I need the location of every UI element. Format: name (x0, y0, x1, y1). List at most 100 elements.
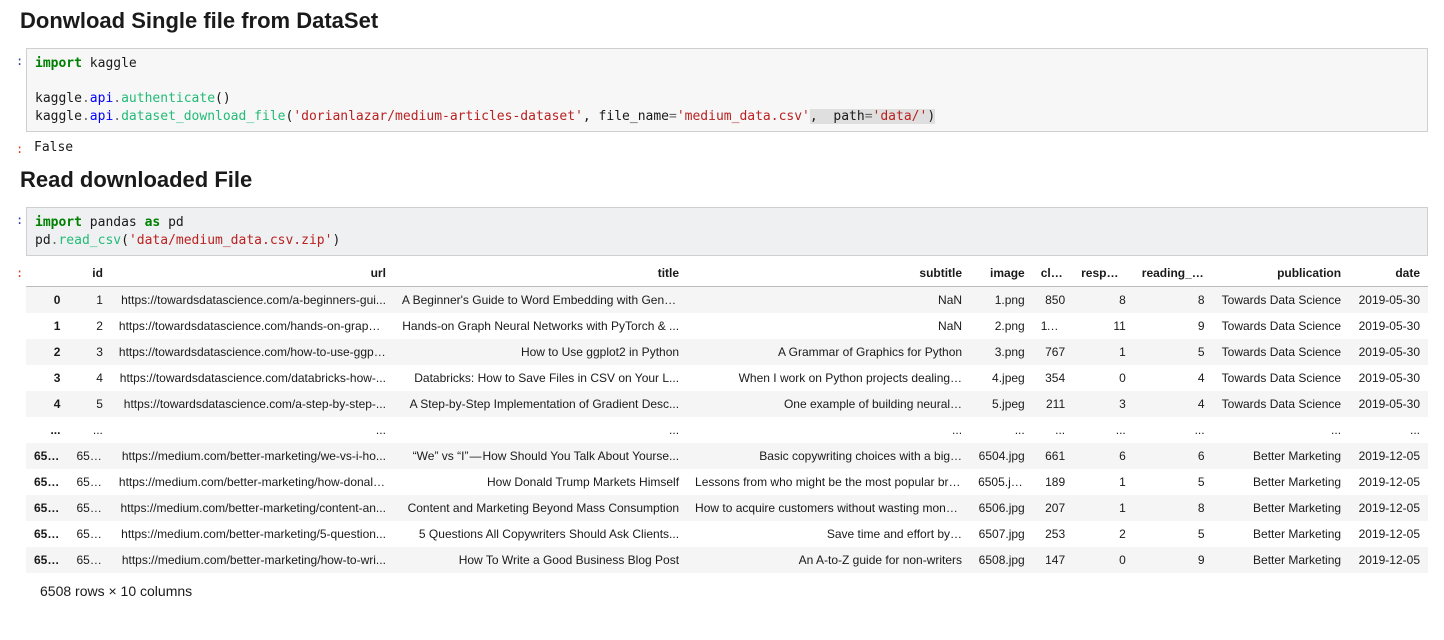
cell-subtitle: ... (687, 417, 970, 443)
cell-reading_time: 8 (1134, 495, 1213, 521)
shape-note: 6508 rows × 10 columns (40, 583, 1428, 599)
cell-claps: 1100 (1033, 313, 1073, 339)
output-text-1: False (26, 136, 1428, 159)
output-prompt: : (16, 260, 26, 280)
cell-claps: 354 (1033, 365, 1073, 391)
cell-publication: Better Marketing (1213, 469, 1349, 495)
cell-responses: 1 (1073, 469, 1134, 495)
cell-reading_time: 6 (1134, 443, 1213, 469)
cell-responses: 3 (1073, 391, 1134, 417)
cell-claps: 207 (1033, 495, 1073, 521)
cell-id: 1 (68, 287, 110, 314)
cell-date: 2019-05-30 (1349, 287, 1428, 314)
table-row: 12https://towardsdatascience.com/hands-o… (26, 313, 1428, 339)
cell-title: How to Use ggplot2 in Python (394, 339, 687, 365)
cell-image: 6508.jpg (970, 547, 1033, 573)
cell-reading_time: 5 (1134, 339, 1213, 365)
cell-image: 1.png (970, 287, 1033, 314)
cell-claps: 767 (1033, 339, 1073, 365)
table-row: 65066507https://medium.com/better-market… (26, 521, 1428, 547)
cell-claps: 850 (1033, 287, 1073, 314)
cell-responses: 0 (1073, 365, 1134, 391)
cell-title: A Beginner's Guide to Word Embedding wit… (394, 287, 687, 314)
row-index: 6507 (26, 547, 68, 573)
cell-title: 5 Questions All Copywriters Should Ask C… (394, 521, 687, 547)
cell-publication: Towards Data Science (1213, 365, 1349, 391)
output-cell-1: : False (16, 136, 1428, 159)
cell-image: ... (970, 417, 1033, 443)
cell-claps: 211 (1033, 391, 1073, 417)
dataframe-table: id url title subtitle image claps respon… (26, 260, 1428, 573)
row-index: 6505 (26, 495, 68, 521)
row-index: 1 (26, 313, 68, 339)
cell-publication: ... (1213, 417, 1349, 443)
col-header-date: date (1349, 260, 1428, 287)
cell-publication: Better Marketing (1213, 521, 1349, 547)
cell-id: 3 (68, 339, 110, 365)
code-block-1[interactable]: import kaggle kaggle.api.authenticate() … (26, 48, 1428, 132)
cell-image: 3.png (970, 339, 1033, 365)
cell-image: 6504.jpg (970, 443, 1033, 469)
cell-id: ... (68, 417, 110, 443)
cell-publication: Towards Data Science (1213, 287, 1349, 314)
cell-date: 2019-05-30 (1349, 365, 1428, 391)
table-row: 65076508https://medium.com/better-market… (26, 547, 1428, 573)
cell-claps: 147 (1033, 547, 1073, 573)
cell-id: 6507 (68, 521, 110, 547)
cell-subtitle: Basic copywriting choices with a big… (687, 443, 970, 469)
cell-reading_time: 9 (1134, 547, 1213, 573)
cell-date: 2019-05-30 (1349, 391, 1428, 417)
cell-date: 2019-12-05 (1349, 547, 1428, 573)
cell-reading_time: ... (1134, 417, 1213, 443)
cell-image: 5.jpeg (970, 391, 1033, 417)
cell-subtitle: How to acquire customers without wasting… (687, 495, 970, 521)
row-index: 0 (26, 287, 68, 314)
cell-id: 2 (68, 313, 110, 339)
col-header-title: title (394, 260, 687, 287)
cell-date: 2019-12-05 (1349, 443, 1428, 469)
cell-subtitle: When I work on Python projects dealing… (687, 365, 970, 391)
cell-subtitle: NaN (687, 287, 970, 314)
table-row: 45https://towardsdatascience.com/a-step-… (26, 391, 1428, 417)
cell-reading_time: 8 (1134, 287, 1213, 314)
table-row: 65036504https://medium.com/better-market… (26, 443, 1428, 469)
output-cell-2: : id url title subtitle image claps resp… (16, 260, 1428, 599)
col-header-subtitle: subtitle (687, 260, 970, 287)
table-row: ................................. (26, 417, 1428, 443)
cell-date: 2019-05-30 (1349, 339, 1428, 365)
table-row: 01https://towardsdatascience.com/a-begin… (26, 287, 1428, 314)
cell-reading_time: 4 (1134, 365, 1213, 391)
cell-responses: 1 (1073, 495, 1134, 521)
section-heading-download: Donwload Single file from DataSet (20, 8, 1428, 34)
cell-publication: Better Marketing (1213, 495, 1349, 521)
input-prompt: : (16, 207, 26, 227)
cell-url: https://towardsdatascience.com/hands-on-… (111, 313, 394, 339)
cell-url: https://towardsdatascience.com/how-to-us… (111, 339, 394, 365)
table-row: 65046505https://medium.com/better-market… (26, 469, 1428, 495)
cell-subtitle: Lessons from who might be the most popul… (687, 469, 970, 495)
code-block-2[interactable]: import pandas as pd pd.read_csv('data/me… (26, 207, 1428, 256)
output-prompt: : (16, 136, 26, 156)
row-index: ... (26, 417, 68, 443)
cell-image: 6505.jpeg (970, 469, 1033, 495)
cell-date: ... (1349, 417, 1428, 443)
row-index: 4 (26, 391, 68, 417)
cell-subtitle: A Grammar of Graphics for Python (687, 339, 970, 365)
cell-publication: Towards Data Science (1213, 313, 1349, 339)
cell-responses: 11 (1073, 313, 1134, 339)
input-cell-1: : import kaggle kaggle.api.authenticate(… (16, 48, 1428, 132)
row-index: 3 (26, 365, 68, 391)
cell-responses: 1 (1073, 339, 1134, 365)
col-header-url: url (111, 260, 394, 287)
cell-publication: Better Marketing (1213, 547, 1349, 573)
cell-subtitle: An A-to-Z guide for non-writers (687, 547, 970, 573)
cell-title: Content and Marketing Beyond Mass Consum… (394, 495, 687, 521)
row-index: 2 (26, 339, 68, 365)
col-header-publication: publication (1213, 260, 1349, 287)
cell-publication: Towards Data Science (1213, 339, 1349, 365)
cell-claps: 661 (1033, 443, 1073, 469)
cell-responses: 2 (1073, 521, 1134, 547)
input-cell-2: : import pandas as pd pd.read_csv('data/… (16, 207, 1428, 256)
cell-date: 2019-12-05 (1349, 495, 1428, 521)
cell-url: https://medium.com/better-marketing/we-v… (111, 443, 394, 469)
